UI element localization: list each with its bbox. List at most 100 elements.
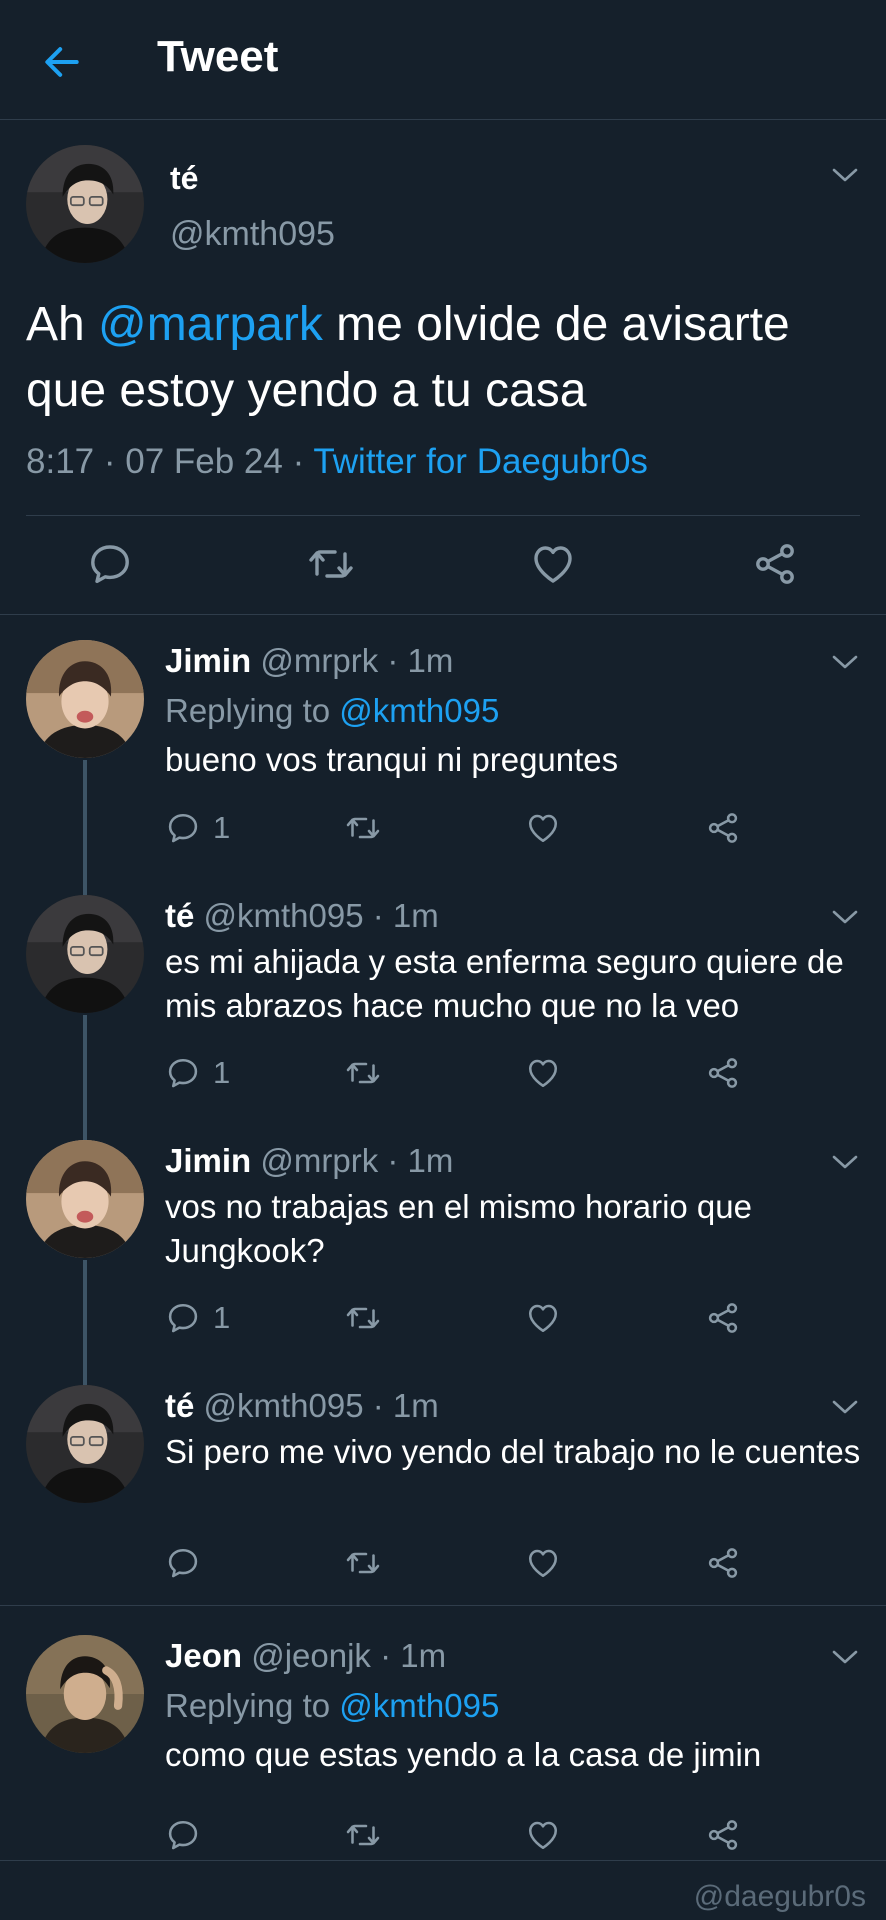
page-title: Tweet: [157, 32, 279, 81]
divider: [26, 515, 860, 516]
reply-actions: [165, 1543, 765, 1583]
like-button[interactable]: [525, 1543, 561, 1583]
back-arrow-icon[interactable]: [40, 40, 84, 84]
divider: [0, 1860, 886, 1861]
author-name[interactable]: Jimin: [165, 642, 251, 679]
reply-text: es mi ahijada y esta enferma seguro quie…: [165, 943, 844, 1024]
retweet-button[interactable]: [345, 1298, 381, 1338]
share-button[interactable]: [705, 1053, 741, 1093]
reply-count: 1: [213, 1055, 231, 1090]
reply-button[interactable]: [86, 540, 134, 588]
avatar[interactable]: [26, 1385, 144, 1503]
reply-icon: [165, 1300, 201, 1336]
mention-link[interactable]: @kmth095: [339, 692, 499, 729]
retweet-button[interactable]: [345, 808, 381, 848]
like-button[interactable]: [525, 1053, 561, 1093]
reply-icon: [86, 540, 134, 588]
share-icon: [705, 1055, 741, 1091]
author-handle-time: @kmth095 · 1m: [194, 897, 439, 934]
avatar[interactable]: [26, 895, 144, 1013]
reply-text: vos no trabajas en el mismo horario que …: [165, 1188, 752, 1269]
retweet-icon: [345, 1300, 381, 1336]
share-button[interactable]: [751, 540, 799, 588]
like-button[interactable]: [525, 1815, 561, 1855]
thread-line: [83, 1260, 87, 1385]
author-name[interactable]: Jimin: [165, 1142, 251, 1179]
thread-line: [83, 760, 87, 900]
retweet-button[interactable]: [345, 1543, 381, 1583]
reply-icon: [165, 1545, 201, 1581]
tweet-meta: 8:17 · 07 Feb 24 · Twitter for Daegubr0s: [26, 442, 648, 482]
chevron-down-icon[interactable]: [830, 907, 860, 927]
share-button[interactable]: [705, 1543, 741, 1583]
reply-header: Jeon @jeonjk · 1m: [165, 1637, 446, 1675]
heart-icon: [525, 1300, 561, 1336]
reply-count: 1: [213, 810, 231, 845]
reply-header: Jimin @mrprk · 1m: [165, 1142, 453, 1180]
retweet-button[interactable]: [345, 1815, 381, 1855]
reply-button[interactable]: 1: [165, 1298, 230, 1338]
author-handle[interactable]: @kmth095: [170, 215, 335, 254]
heart-icon: [525, 1817, 561, 1853]
share-icon: [705, 1817, 741, 1853]
reply-icon: [165, 1055, 201, 1091]
reply-header: té @kmth095 · 1m: [165, 1387, 439, 1425]
heart-icon: [529, 540, 577, 588]
reply-actions: [165, 1815, 765, 1855]
reply-header: té @kmth095 · 1m: [165, 897, 439, 935]
replying-to-label: Replying to: [165, 1687, 340, 1724]
main-tweet: té @kmth095 Ah @marpark me olvide de avi…: [0, 120, 886, 615]
chevron-down-icon[interactable]: [830, 1397, 860, 1417]
author-handle-time: @mrprk · 1m: [251, 1142, 454, 1179]
author-name[interactable]: Jeon: [165, 1637, 242, 1674]
avatar[interactable]: [26, 1635, 144, 1753]
avatar[interactable]: [26, 145, 144, 263]
heart-icon: [525, 810, 561, 846]
heart-icon: [525, 1055, 561, 1091]
avatar[interactable]: [26, 1140, 144, 1258]
retweet-icon: [345, 1055, 381, 1091]
divider: [0, 1605, 886, 1606]
reply-button[interactable]: [165, 1815, 213, 1855]
share-button[interactable]: [705, 808, 741, 848]
chevron-down-icon[interactable]: [830, 165, 860, 185]
like-button[interactable]: [529, 540, 577, 588]
author-name[interactable]: té: [170, 160, 198, 197]
chevron-down-icon[interactable]: [830, 652, 860, 672]
share-button[interactable]: [705, 1298, 741, 1338]
retweet-icon: [345, 1817, 381, 1853]
author-name[interactable]: té: [165, 897, 194, 934]
author-name[interactable]: té: [165, 1387, 194, 1424]
tweet-source-link[interactable]: Twitter for Daegubr0s: [313, 442, 648, 481]
watermark: @daegubr0s: [693, 1880, 866, 1913]
reply-button[interactable]: 1: [165, 808, 230, 848]
like-button[interactable]: [525, 808, 561, 848]
reply-button[interactable]: 1: [165, 1053, 230, 1093]
reply-actions: 1: [165, 1053, 765, 1093]
share-button[interactable]: [705, 1815, 741, 1855]
reply-button[interactable]: [165, 1543, 213, 1583]
heart-icon: [525, 1545, 561, 1581]
share-icon: [705, 1545, 741, 1581]
reply-count: 1: [213, 1300, 231, 1335]
chevron-down-icon[interactable]: [830, 1647, 860, 1667]
thread-line: [83, 1015, 87, 1145]
retweet-icon: [307, 540, 355, 588]
chevron-down-icon[interactable]: [830, 1152, 860, 1172]
retweet-button[interactable]: [345, 1053, 381, 1093]
tweet-text-prefix: Ah: [26, 298, 99, 351]
like-button[interactable]: [525, 1298, 561, 1338]
reply-header: Jimin @mrprk · 1m: [165, 642, 453, 680]
mention-link[interactable]: @marpark: [98, 298, 323, 351]
avatar[interactable]: [26, 640, 144, 758]
replying-to-label: Replying to: [165, 692, 340, 729]
replying-to: Replying to @kmth095: [165, 1687, 499, 1725]
share-icon: [751, 540, 799, 588]
share-icon: [705, 810, 741, 846]
mention-link[interactable]: @kmth095: [339, 1687, 499, 1724]
reply-actions: 1: [165, 1298, 765, 1338]
retweet-button[interactable]: [307, 540, 355, 588]
author-handle-time: @mrprk · 1m: [251, 642, 454, 679]
reply-icon: [165, 1817, 201, 1853]
author-handle-time: @jeonjk · 1m: [242, 1637, 447, 1674]
